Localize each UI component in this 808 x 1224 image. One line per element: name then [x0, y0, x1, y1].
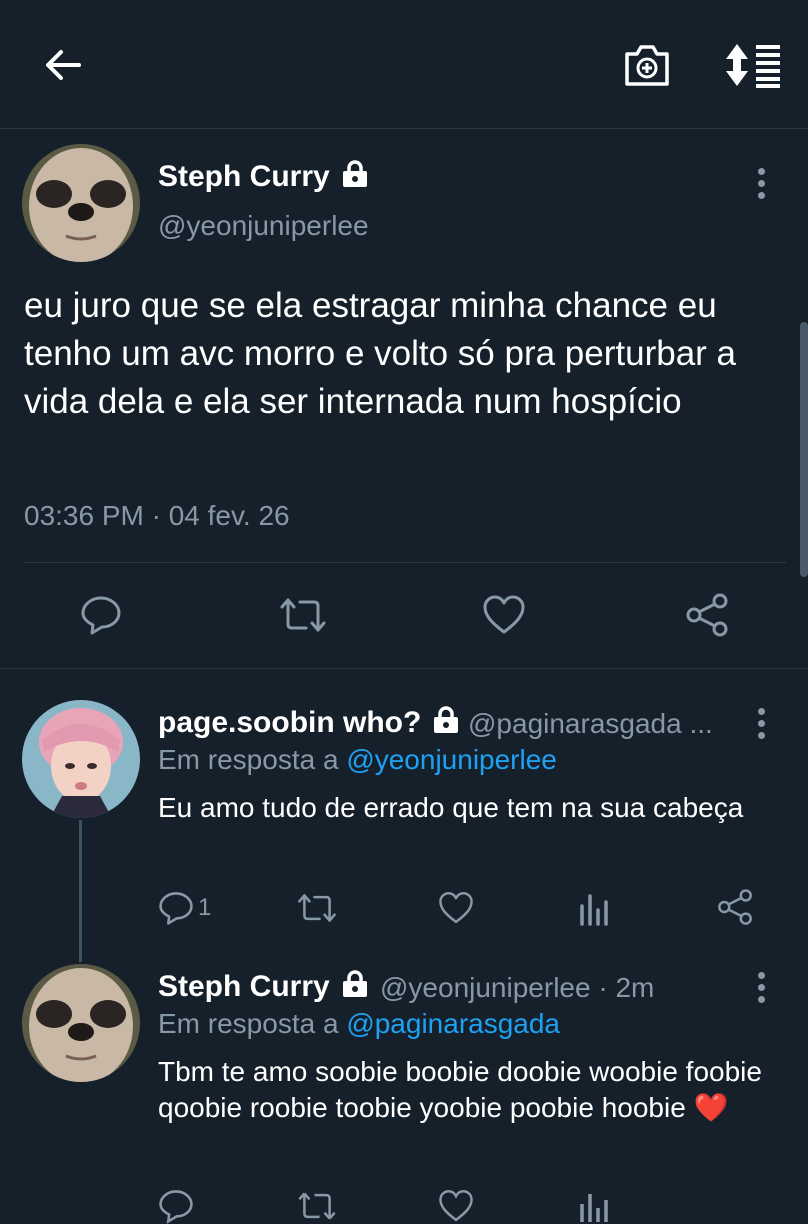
heart-icon [483, 595, 525, 634]
retweet-icon [298, 894, 336, 922]
reply-count: 1 [198, 894, 212, 921]
arrow-left-icon[interactable] [38, 40, 88, 90]
reply-author-name[interactable]: Steph Curry [158, 970, 370, 1006]
divider [0, 668, 808, 669]
top-bar [0, 0, 808, 129]
author-handle[interactable]: @yeonjuniperlee [158, 210, 369, 242]
like-button[interactable] [482, 594, 526, 636]
retweet-icon [298, 1192, 336, 1220]
analytics-icon [580, 1194, 608, 1222]
reply-icon [81, 596, 121, 635]
reply-icon [159, 892, 193, 925]
retweet-button[interactable] [296, 890, 338, 926]
mention-link[interactable]: @yeonjuniperlee [346, 744, 557, 775]
reply-text: Tbm te amo soobie boobie doobie woobie f… [158, 1056, 762, 1123]
retweet-button[interactable] [296, 1188, 338, 1224]
sort-list-icon[interactable] [722, 38, 784, 92]
tweet-text: eu juro que se ela estragar minha chance… [24, 286, 737, 421]
scrollbar[interactable] [800, 322, 808, 577]
heart-icon [439, 1190, 473, 1222]
divider [24, 562, 786, 563]
share-button[interactable] [716, 888, 754, 926]
lock-icon [431, 706, 461, 742]
tweet-timestamp: 03:36 PM · 04 fev. 26 [24, 500, 290, 531]
more-vertical-icon[interactable] [756, 168, 766, 199]
analytics-icon [580, 894, 608, 926]
share-button[interactable] [684, 592, 730, 638]
heart-icon [439, 892, 473, 924]
camera-add-icon[interactable] [620, 38, 674, 92]
more-vertical-icon[interactable] [756, 708, 766, 739]
thread-line [79, 820, 82, 962]
avatar[interactable] [22, 700, 140, 818]
retweet-icon [280, 598, 326, 632]
reply-author-name[interactable]: page.soobin who? [158, 706, 461, 742]
reply-author-handle[interactable]: @yeonjuniperlee · 2m [380, 972, 654, 1004]
share-icon [686, 593, 728, 637]
analytics-button[interactable] [578, 890, 610, 926]
share-icon [718, 889, 752, 925]
analytics-button[interactable] [578, 1188, 610, 1224]
lock-icon [340, 160, 370, 196]
reply-button[interactable] [158, 1188, 194, 1224]
retweet-button[interactable] [278, 594, 328, 636]
avatar[interactable] [22, 144, 140, 262]
like-button[interactable] [438, 1188, 474, 1224]
more-vertical-icon[interactable] [756, 972, 766, 1003]
mention-link[interactable]: @paginarasgada [346, 1008, 560, 1039]
lock-icon [340, 970, 370, 1006]
reply-button[interactable]: 1 [158, 890, 211, 926]
heart-emoji: ❤️ [693, 1092, 729, 1123]
author-name[interactable]: Steph Curry [158, 160, 370, 196]
reply-text: Eu amo tudo de errado que tem na sua cab… [158, 792, 744, 823]
like-button[interactable] [438, 890, 474, 926]
reply-context: Em resposta a @paginarasgada [158, 1008, 561, 1039]
reply-icon [159, 1190, 193, 1224]
reply-context: Em resposta a @yeonjuniperlee [158, 744, 557, 775]
avatar[interactable] [22, 964, 140, 1082]
reply-button[interactable] [80, 594, 122, 636]
reply-author-handle[interactable]: @paginarasgada ... [468, 708, 713, 740]
